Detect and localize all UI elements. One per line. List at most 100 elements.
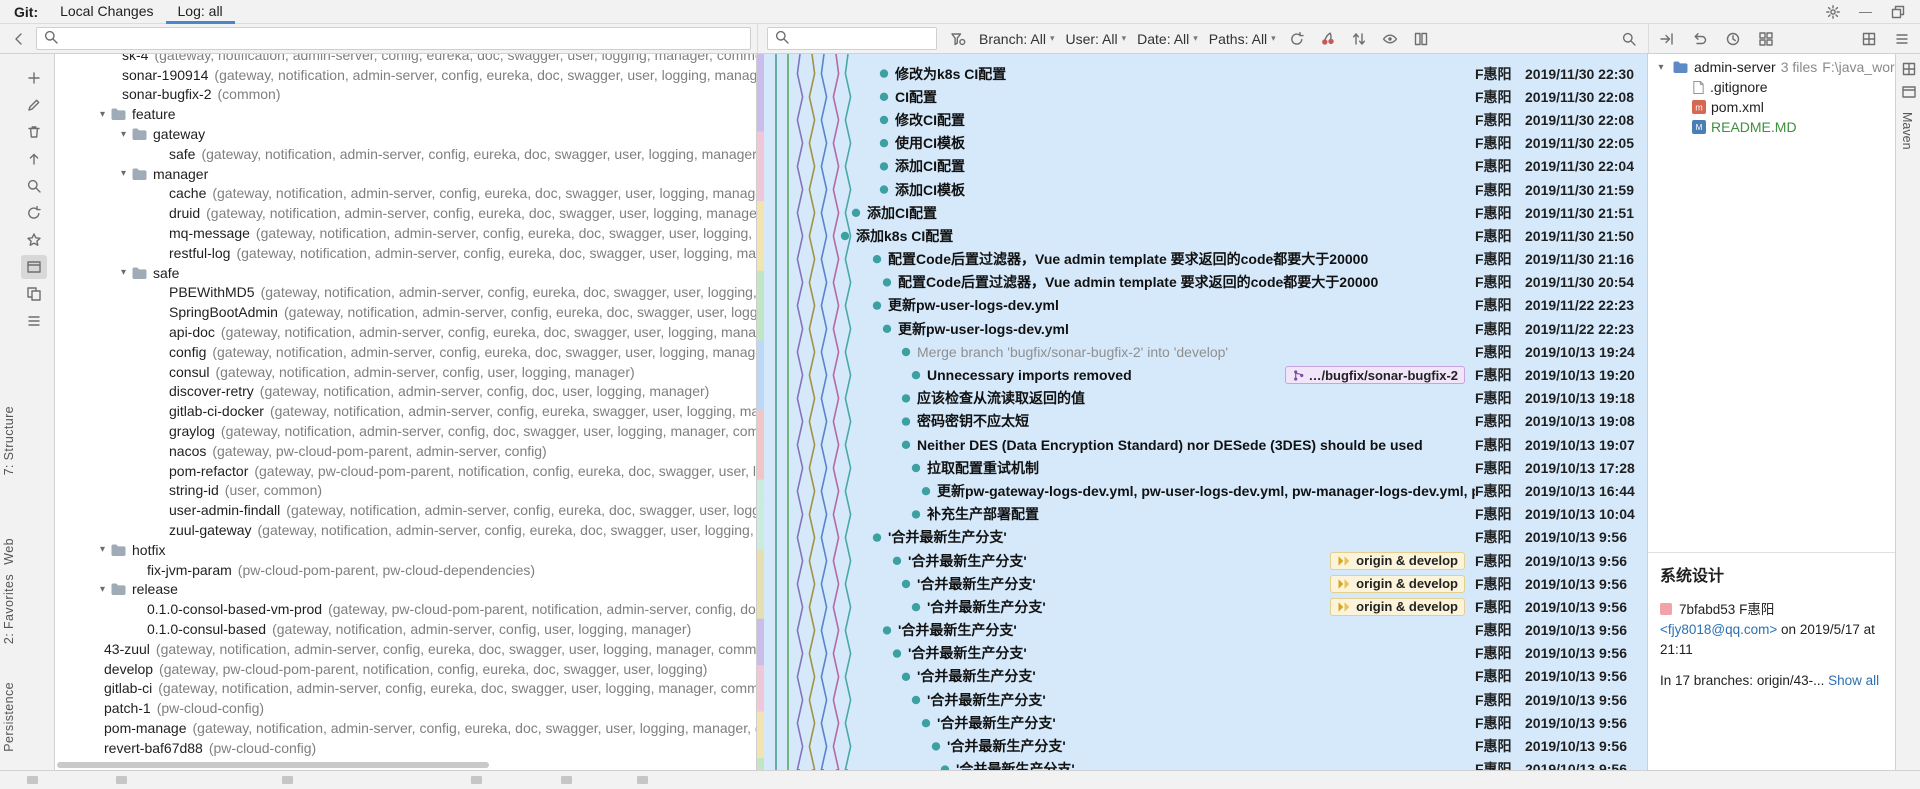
branch-row[interactable]: develop(gateway, pw-cloud-pom-parent, no… <box>55 659 756 679</box>
commit-row[interactable]: CI配置F惠阳2019/11/30 22:08 <box>757 85 1647 108</box>
back-icon[interactable] <box>9 29 29 49</box>
tab-log-all[interactable]: Log: all <box>166 0 235 24</box>
branch-label[interactable]: …/bugfix/sonar-bugfix-2 <box>1285 366 1466 384</box>
commit-row[interactable]: 修改为k8s CI配置F惠阳2019/11/30 22:30 <box>757 62 1647 85</box>
view-options-icon[interactable] <box>1892 29 1912 49</box>
chevron-down-icon[interactable]: ▾ <box>116 168 131 179</box>
commit-row[interactable]: '合并最新生产分支'F惠阳2019/10/13 9:56 <box>757 711 1647 734</box>
branch-row[interactable]: PBEWithMD5(gateway, notification, admin-… <box>55 283 756 303</box>
search-icon[interactable] <box>21 174 47 198</box>
filter-settings-icon[interactable] <box>948 29 968 49</box>
chevron-down-icon[interactable]: ▾ <box>95 584 110 595</box>
branch-row[interactable]: discover-retry(gateway, notification, ad… <box>55 382 756 402</box>
star-icon[interactable] <box>21 228 47 252</box>
chevron-down-icon[interactable]: ▾ <box>95 109 110 120</box>
paths-filter[interactable]: Paths: All▾ <box>1209 31 1276 47</box>
branch-row[interactable]: gitlab-ci(gateway, notification, admin-s… <box>55 679 756 699</box>
branch-folder-row[interactable]: ▾release <box>55 580 756 600</box>
branch-row[interactable]: graylog(gateway, notification, admin-ser… <box>55 421 756 441</box>
branch-row[interactable]: gitlab-ci-docker(gateway, notification, … <box>55 401 756 421</box>
branch-filter[interactable]: Branch: All▾ <box>979 31 1054 47</box>
branch-row[interactable]: sonar-bugfix-2(common) <box>55 85 756 105</box>
toolwindow-maven[interactable]: Maven <box>1900 112 1914 150</box>
statusbar-icon[interactable] <box>116 776 127 784</box>
changed-file-row[interactable]: .gitignore <box>1648 77 1895 97</box>
chevron-down-icon[interactable]: ▾ <box>1655 62 1667 73</box>
date-filter[interactable]: Date: All▾ <box>1137 31 1198 47</box>
branch-folder-row[interactable]: ▾manager <box>55 164 756 184</box>
branch-row[interactable]: api-doc(gateway, notification, admin-ser… <box>55 322 756 342</box>
compare-icon[interactable] <box>1411 29 1431 49</box>
panel-icon[interactable] <box>21 255 47 279</box>
branch-row[interactable]: fix-jvm-param(pw-cloud-pom-parent, pw-cl… <box>55 560 756 580</box>
branch-row[interactable]: pom-manage(gateway, notification, admin-… <box>55 718 756 738</box>
branch-row[interactable]: 43-zuul(gateway, notification, admin-ser… <box>55 639 756 659</box>
refresh-icon[interactable] <box>21 201 47 225</box>
statusbar-icon[interactable] <box>561 776 572 784</box>
tab-local-changes[interactable]: Local Changes <box>48 0 165 24</box>
commit-row[interactable]: 更新pw-user-logs-dev.ymlF惠阳2019/11/22 22:2… <box>757 294 1647 317</box>
commit-row[interactable]: '合并最新生产分支'origin & developF惠阳2019/10/13 … <box>757 549 1647 572</box>
refresh-icon[interactable] <box>1287 29 1307 49</box>
list-icon[interactable] <box>21 309 47 333</box>
find-in-log-icon[interactable] <box>1619 29 1639 49</box>
cherry-pick-icon[interactable] <box>1318 29 1338 49</box>
statusbar-icon[interactable] <box>637 776 648 784</box>
branch-row[interactable]: pom-refactor(gateway, pw-cloud-pom-paren… <box>55 461 756 481</box>
trash-icon[interactable] <box>21 120 47 144</box>
horizontal-scrollbar[interactable] <box>55 760 756 770</box>
toolwindow-favorites[interactable]: 2: Favorites <box>2 574 16 644</box>
branch-folder-row[interactable]: ▾gateway <box>55 124 756 144</box>
toolwindow-web[interactable]: Web <box>2 538 16 565</box>
chevron-down-icon[interactable]: ▾ <box>95 544 110 555</box>
commit-row[interactable]: 添加k8s CI配置F惠阳2019/11/30 21:50 <box>757 224 1647 247</box>
log-search-box[interactable] <box>767 27 937 50</box>
branch-row[interactable]: string-id(user, common) <box>55 481 756 501</box>
commit-row[interactable]: 拉取配置重试机制F惠阳2019/10/13 17:28 <box>757 456 1647 479</box>
commit-row[interactable]: 添加CI模板F惠阳2019/11/30 21:59 <box>757 178 1647 201</box>
minimize-icon[interactable]: — <box>1859 5 1872 18</box>
branch-search-box[interactable] <box>36 27 751 50</box>
branch-row[interactable]: cache(gateway, notification, admin-serve… <box>55 184 756 204</box>
commit-row[interactable]: 更新pw-gateway-logs-dev.yml, pw-user-logs-… <box>757 479 1647 502</box>
branch-row[interactable]: sonar-190914(gateway, notification, admi… <box>55 65 756 85</box>
branch-row[interactable]: zuul-gateway(gateway, notification, admi… <box>55 520 756 540</box>
settings-gear-icon[interactable] <box>1823 2 1843 22</box>
rollback-icon[interactable] <box>1690 29 1710 49</box>
user-filter[interactable]: User: All▾ <box>1065 31 1126 47</box>
commit-row[interactable]: 补充生产部署配置F惠阳2019/10/13 10:04 <box>757 503 1647 526</box>
toolwindow-persistence[interactable]: Persistence <box>2 682 16 752</box>
commit-row[interactable]: 配置Code后置过滤器，Vue admin template 要求返回的code… <box>757 271 1647 294</box>
commit-row[interactable]: Merge branch 'bugfix/sonar-bugfix-2' int… <box>757 340 1647 363</box>
log-search-input[interactable] <box>795 31 930 47</box>
commit-row[interactable]: '合并最新生产分支'F惠阳2019/10/13 9:56 <box>757 665 1647 688</box>
show-all-link[interactable]: Show all <box>1828 673 1879 688</box>
commit-author-email[interactable]: <fjy8018@qq.com> <box>1660 622 1777 637</box>
commit-row[interactable]: '合并最新生产分支'F惠阳2019/10/13 9:56 <box>757 758 1647 770</box>
commit-row[interactable]: 使用CI模板F惠阳2019/11/30 22:05 <box>757 132 1647 155</box>
commit-row[interactable]: '合并最新生产分支'origin & developF惠阳2019/10/13 … <box>757 572 1647 595</box>
commit-row[interactable]: 密码密钥不应太短F惠阳2019/10/13 19:08 <box>757 410 1647 433</box>
branch-row[interactable]: mq-message(gateway, notification, admin-… <box>55 223 756 243</box>
commit-row[interactable]: '合并最新生产分支'origin & developF惠阳2019/10/13 … <box>757 595 1647 618</box>
commit-row[interactable]: Neither DES (Data Encryption Standard) n… <box>757 433 1647 456</box>
arrow-up-icon[interactable] <box>21 147 47 171</box>
commit-row[interactable]: 添加CI配置F惠阳2019/11/30 22:04 <box>757 155 1647 178</box>
diff-icon[interactable] <box>21 282 47 306</box>
branch-row[interactable]: revert-baf67d88(pw-cloud-config) <box>55 738 756 758</box>
commit-row[interactable]: 配置Code后置过滤器，Vue admin template 要求返回的code… <box>757 248 1647 271</box>
restore-icon[interactable] <box>1888 2 1908 22</box>
branch-row[interactable]: sk-4(gateway, notification, admin-server… <box>55 54 756 65</box>
layout-grid-icon[interactable] <box>1859 29 1879 49</box>
branch-head-label[interactable]: origin & develop <box>1330 552 1465 570</box>
branch-row[interactable]: 0.1.0-consol-based-vm-prod(gateway, pw-c… <box>55 599 756 619</box>
commit-row[interactable]: 更新pw-user-logs-dev.ymlF惠阳2019/11/22 22:2… <box>757 317 1647 340</box>
changed-files-root[interactable]: ▾ admin-server 3 files F:\java_worksp... <box>1648 57 1895 77</box>
toolwindow-structure[interactable]: 7: Structure <box>2 406 16 475</box>
statusbar-icon[interactable] <box>282 776 293 784</box>
branch-head-label[interactable]: origin & develop <box>1330 598 1465 616</box>
pencil-icon[interactable] <box>21 93 47 117</box>
branch-row[interactable]: patch-1(pw-cloud-config) <box>55 698 756 718</box>
branch-row[interactable]: config(gateway, notification, admin-serv… <box>55 342 756 362</box>
statusbar-icon[interactable] <box>471 776 482 784</box>
